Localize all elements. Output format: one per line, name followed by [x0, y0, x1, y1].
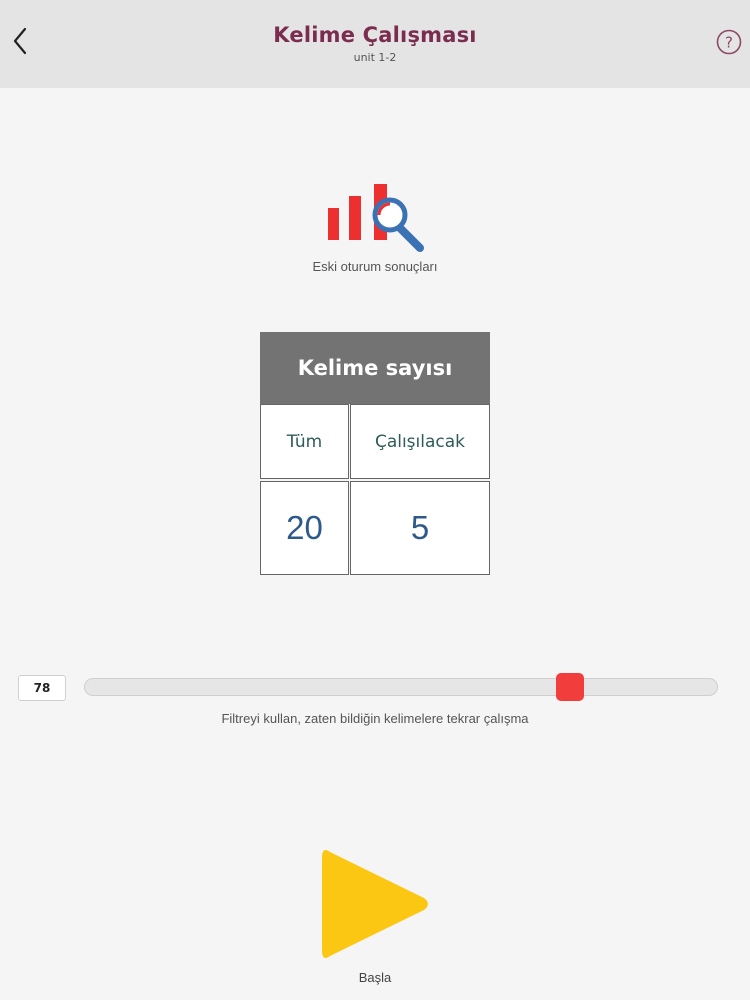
to-study-value-cell: 5: [350, 481, 490, 575]
word-count-header: Kelime sayısı: [260, 332, 490, 404]
filter-slider[interactable]: [84, 673, 718, 701]
word-count-table: Kelime sayısı Tüm Çalışılacak 20 5: [260, 332, 490, 576]
svg-text:?: ?: [725, 34, 733, 52]
to-study-count: 5: [410, 509, 430, 546]
all-words-value-cell: 20: [260, 481, 349, 575]
all-words-count: 20: [286, 509, 323, 546]
start-button[interactable]: Başla: [300, 838, 450, 988]
previous-results-button[interactable]: Eski oturum sonuçları: [300, 176, 450, 280]
play-icon: [322, 850, 428, 958]
help-button[interactable]: ?: [716, 29, 742, 55]
all-words-label: Tüm: [286, 431, 323, 452]
to-study-label-cell: Çalışılacak: [350, 404, 490, 479]
bar-chart-magnifier-icon: [328, 184, 424, 252]
screen: Kelime Çalışması unit 1-2 ? Eski oturum …: [0, 0, 750, 1000]
slider-track[interactable]: [84, 678, 718, 696]
start-label: Başla: [358, 970, 392, 985]
top-bar: Kelime Çalışması unit 1-2 ?: [0, 0, 750, 88]
previous-results-label: Eski oturum sonuçları: [312, 259, 438, 274]
filter-caption: Filtreyi kullan, zaten bildiğin kelimele…: [221, 711, 529, 726]
slider-thumb[interactable]: [555, 673, 584, 701]
filter-value-box: 78: [18, 675, 66, 701]
all-words-label-cell: Tüm: [260, 404, 349, 479]
page-title: Kelime Çalışması: [273, 23, 477, 47]
to-study-label: Çalışılacak: [374, 431, 466, 452]
question-circle-icon: ?: [716, 29, 742, 55]
page-subtitle: unit 1-2: [353, 51, 397, 64]
